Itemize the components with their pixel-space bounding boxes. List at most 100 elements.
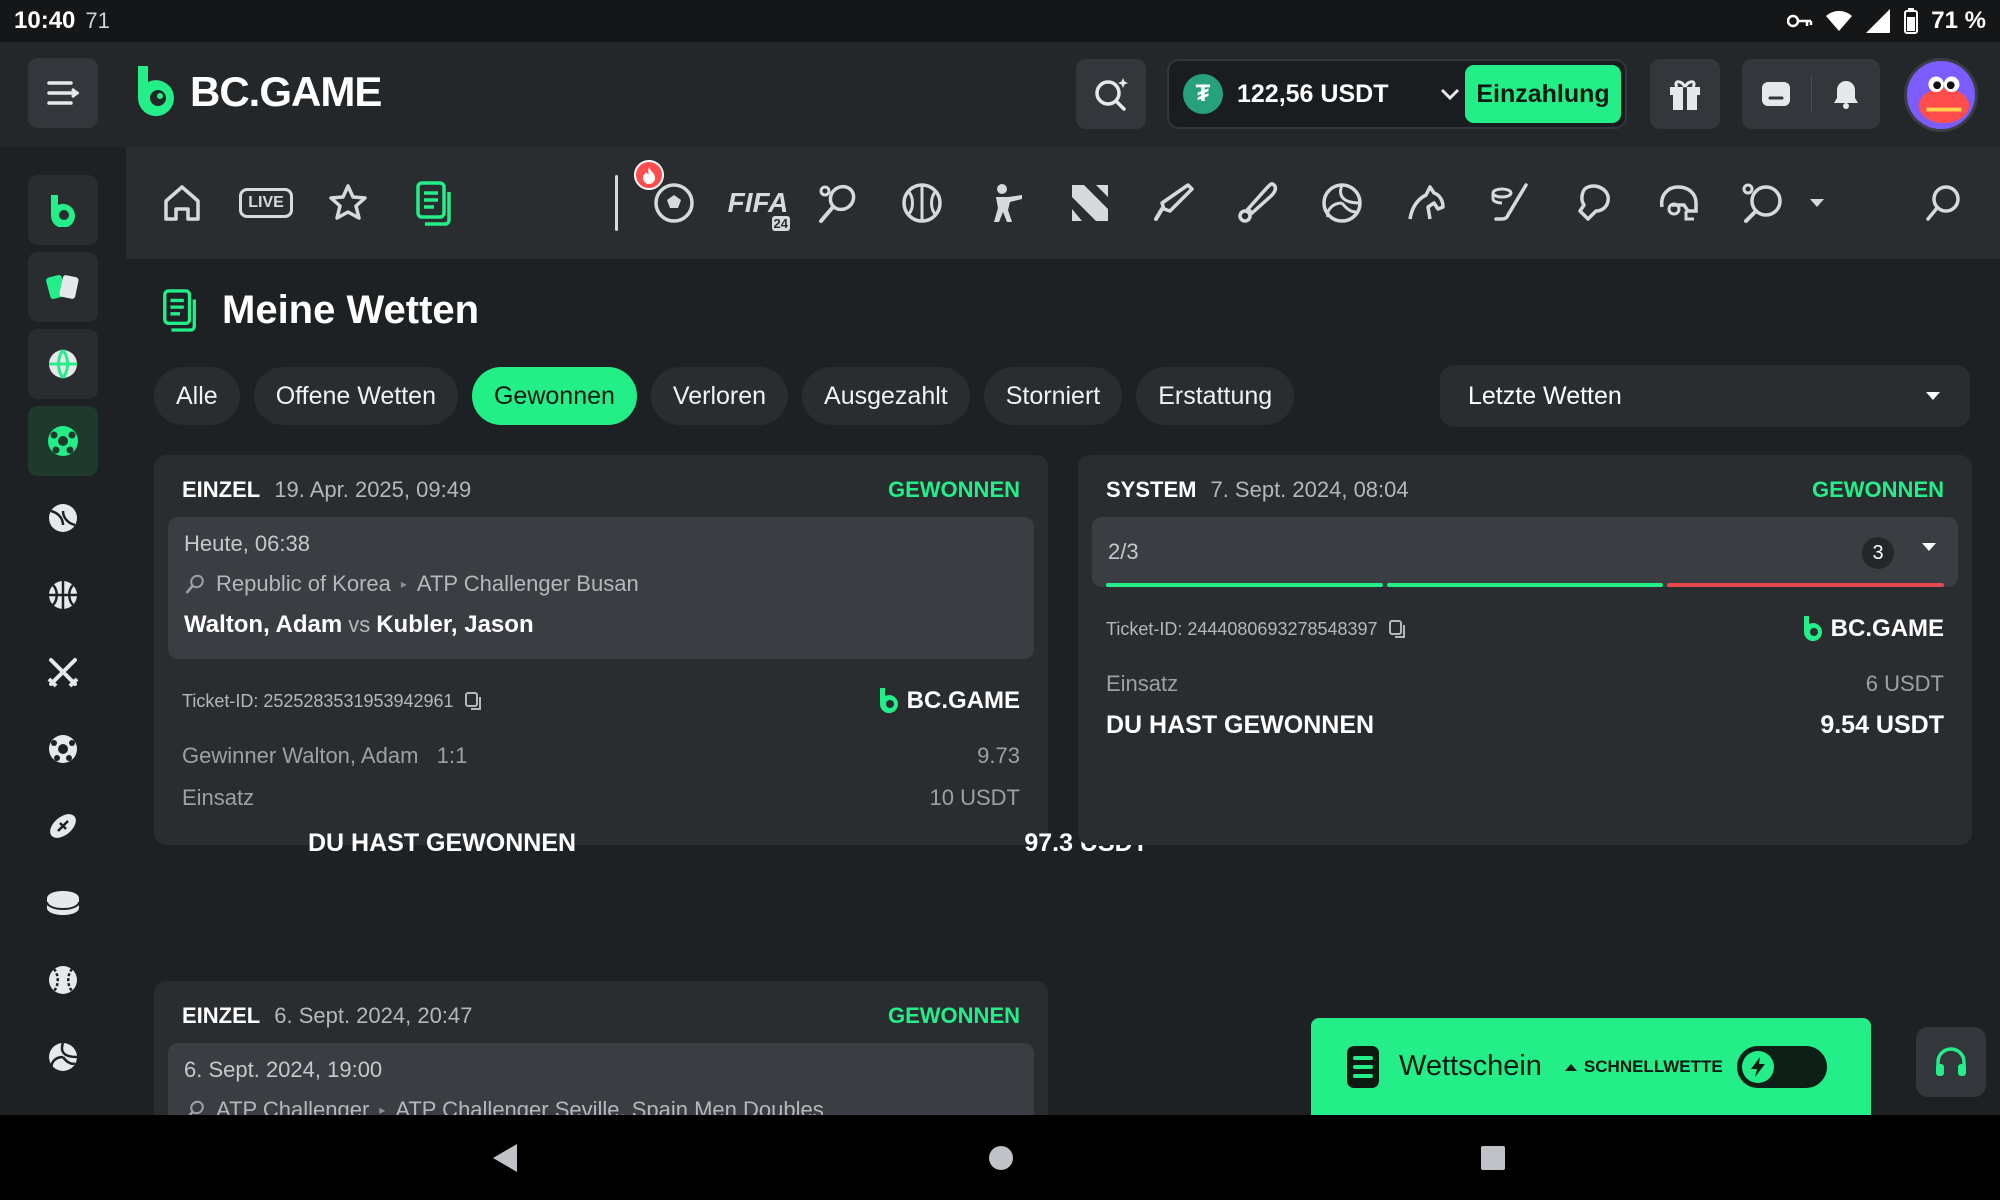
filter-cashed-out[interactable]: Ausgezahlt — [802, 367, 970, 425]
key-icon — [1787, 14, 1813, 28]
boxing-glove-icon — [1578, 184, 1610, 221]
stake-row: Einsatz 10 USDT — [182, 785, 1020, 811]
ticket-row: Ticket-ID: 2525283531953942961 BC.GAME — [182, 687, 1020, 715]
nav-table-tennis[interactable] — [1736, 177, 1788, 229]
clock: 10:40 — [14, 7, 76, 34]
quick-bet-label: SCHNELLWETTE — [1564, 1057, 1723, 1077]
nav-baseball[interactable] — [1232, 177, 1284, 229]
headset-icon — [1936, 1047, 1966, 1076]
nav-american-football[interactable] — [1652, 177, 1704, 229]
cards-icon — [46, 274, 79, 300]
sidebar-item-soccer[interactable] — [28, 714, 98, 784]
caret-up-icon — [1564, 1063, 1577, 1071]
bet-card[interactable]: SYSTEM 7. Sept. 2024, 08:04 GEWONNEN 2/3… — [1078, 455, 1972, 845]
ticket-brand-text: BC.GAME — [906, 687, 1020, 714]
filter-won[interactable]: Gewonnen — [471, 367, 637, 425]
nav-dota[interactable] — [1064, 177, 1116, 229]
quick-bet-toggle[interactable] — [1736, 1045, 1827, 1088]
soccer-ball-icon — [48, 426, 78, 456]
selection: Gewinner Walton, Adam 1:1 — [182, 743, 468, 768]
breadcrumb-arrow-icon: ▸ — [379, 1103, 386, 1115]
sidebar-item-volleyball[interactable] — [28, 1022, 98, 1092]
filter-lost[interactable]: Verloren — [650, 367, 789, 425]
chat-icon — [1762, 82, 1791, 106]
nav-cricket[interactable] — [1148, 177, 1200, 229]
nav-fifa[interactable]: FIFA 24 — [726, 177, 790, 231]
gift-icon — [1670, 80, 1700, 110]
filter-all[interactable]: Alle — [154, 367, 240, 425]
nav-more-sports[interactable] — [1802, 177, 1832, 229]
nav-home-icon[interactable] — [156, 177, 208, 229]
bet-card[interactable]: EINZEL 6. Sept. 2024, 20:47 GEWONNEN 6. … — [154, 981, 1048, 1115]
nav-search[interactable] — [1918, 177, 1970, 229]
fifa-year-label: 24 — [771, 216, 790, 231]
deposit-button[interactable]: Einzahlung — [1465, 65, 1621, 123]
ticket-brand: BC.GAME — [877, 687, 1020, 715]
notification-button[interactable] — [1812, 59, 1881, 129]
support-button[interactable] — [1916, 1027, 1986, 1097]
status-bar: 10:40 71 71 % — [0, 0, 2000, 42]
nav-counter-strike[interactable] — [980, 177, 1032, 229]
nav-ice-hockey[interactable] — [1484, 177, 1536, 229]
main-content: Meine Wetten Alle Offene Wetten Gewonnen… — [126, 259, 2000, 1115]
chat-button[interactable] — [1742, 59, 1811, 129]
volleyball-icon — [49, 1042, 78, 1071]
sidebar-item-esports[interactable] — [28, 637, 98, 707]
stake-amount: 6 USDT — [1865, 671, 1944, 696]
ticket-brand: BC.GAME — [1801, 615, 1944, 643]
match-league: Republic of Korea ▸ ATP Challenger Busan — [184, 571, 1018, 597]
sidebar-item-baseball[interactable] — [28, 945, 98, 1015]
sidebar-item-casino[interactable] — [28, 252, 98, 322]
bc-logo-icon — [879, 688, 898, 714]
search-button[interactable] — [1076, 59, 1146, 129]
win-label: DU HAST GEWONNEN — [308, 829, 577, 857]
bet-slip-icon — [416, 181, 451, 226]
nav-horse-racing[interactable] — [1400, 177, 1452, 229]
recents-button[interactable] — [1472, 1137, 1514, 1179]
sidebar-item-ice-hockey[interactable] — [28, 868, 98, 938]
betslip-label: Wettschein — [1399, 1050, 1542, 1082]
nav-my-bets[interactable] — [408, 177, 460, 229]
copy-icon[interactable] — [1388, 619, 1408, 639]
nav-tennis[interactable] — [812, 177, 864, 229]
match-info[interactable]: 6. Sept. 2024, 19:00 ATP Challenger ▸ AT… — [168, 1043, 1034, 1115]
stake-label: Einsatz — [1106, 671, 1179, 696]
filter-open[interactable]: Offene Wetten — [253, 367, 458, 425]
nav-boxing[interactable] — [1568, 177, 1620, 229]
sidebar-item-football[interactable] — [28, 406, 98, 476]
chevron-down-icon[interactable] — [1439, 83, 1461, 105]
sidebar-item-sports[interactable] — [28, 329, 98, 399]
filter-cancelled[interactable]: Storniert — [983, 367, 1123, 425]
system-selector[interactable]: 2/3 3 — [1092, 517, 1958, 587]
match-info[interactable]: Heute, 06:38 Republic of Korea ▸ ATP Cha… — [168, 517, 1034, 659]
ticket-row: Ticket-ID: 2444080693278548397 BC.GAME — [1106, 615, 1944, 643]
nav-live[interactable]: LIVE — [236, 177, 296, 229]
match-country: Republic of Korea — [216, 571, 391, 596]
cricket-bat-icon — [1154, 183, 1194, 221]
leg-lost — [1667, 583, 1945, 587]
sidebar-item-tennis[interactable] — [28, 483, 98, 553]
copy-icon[interactable] — [464, 691, 484, 711]
menu-button[interactable] — [28, 58, 98, 128]
nav-volleyball[interactable] — [1316, 177, 1368, 229]
betslip-bar[interactable]: Wettschein SCHNELLWETTE — [1311, 1018, 1871, 1115]
battery-level: 71 % — [1931, 7, 1986, 34]
star-icon — [329, 184, 367, 220]
nav-basketball[interactable] — [896, 177, 948, 229]
user-avatar[interactable] — [1904, 58, 1978, 132]
sidebar-item-american-football[interactable] — [28, 791, 98, 861]
wallet-selector[interactable]: ₮ 122,56 USDT Einzahlung — [1167, 59, 1627, 129]
nav-favorites[interactable] — [322, 177, 374, 229]
sidebar-item-home[interactable] — [28, 175, 98, 245]
back-button[interactable] — [484, 1137, 526, 1179]
gift-button[interactable] — [1650, 59, 1720, 129]
selection-count-badge: 3 — [1862, 537, 1894, 569]
sort-dropdown[interactable]: Letzte Wetten — [1440, 365, 1970, 427]
home-button[interactable] — [980, 1137, 1022, 1179]
search-sparkle-icon — [1095, 78, 1128, 111]
sidebar-item-basketball[interactable] — [28, 560, 98, 630]
bet-card[interactable]: EINZEL 19. Apr. 2025, 09:49 GEWONNEN Heu… — [154, 455, 1048, 845]
brand-logo[interactable]: BC.GAME — [132, 64, 382, 120]
ping-pong-icon — [1742, 183, 1782, 223]
filter-refund[interactable]: Erstattung — [1136, 367, 1295, 425]
